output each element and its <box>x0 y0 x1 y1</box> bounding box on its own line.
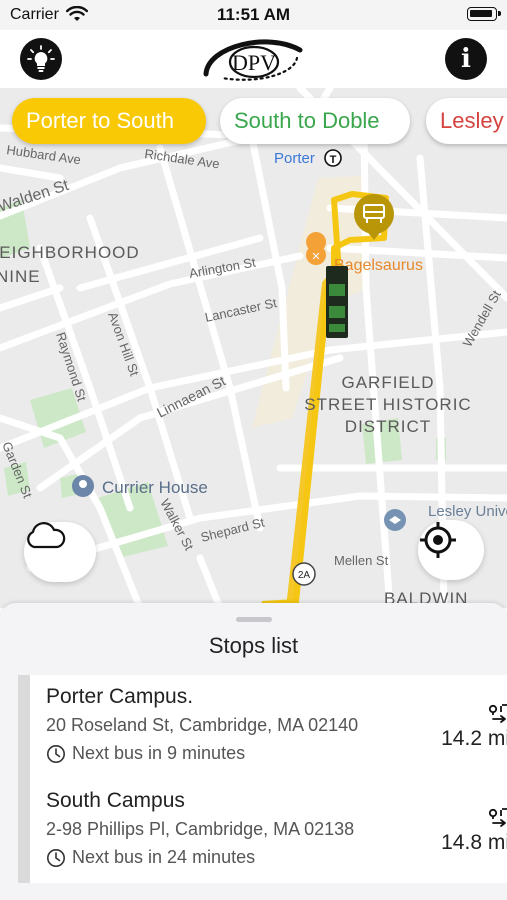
sheet-footer <box>0 883 507 900</box>
stops-list[interactable]: Porter Campus. 20 Roseland St, Cambridge… <box>18 675 507 883</box>
crosshair-icon <box>420 522 456 558</box>
porter-station-label: Porter <box>274 150 315 167</box>
map-view[interactable]: Hubbard Ave Richdale Ave Walden St Arlin… <box>0 88 507 608</box>
stop-address: 20 Roseland St, Cambridge, MA 02140 <box>46 715 359 735</box>
battery-icon <box>467 7 501 21</box>
university-pin-icon[interactable] <box>384 509 406 531</box>
stop-name: Porter Campus. <box>46 685 194 708</box>
app-header: DPV i <box>0 30 507 88</box>
transit-icon: T <box>324 149 342 167</box>
route-chip-lesley[interactable]: Lesley <box>426 98 507 144</box>
place-pin-icon[interactable] <box>72 475 94 497</box>
stop-distance: 14.8 mi <box>441 831 507 854</box>
street-label: Mellen St <box>334 553 389 568</box>
stop-list-item[interactable]: Porter Campus. 20 Roseland St, Cambridge… <box>46 685 507 785</box>
hint-button[interactable] <box>20 38 62 80</box>
directions-icon[interactable] <box>488 703 507 725</box>
next-bus-text: Next bus in 9 minutes <box>72 743 246 763</box>
stop-name: South Campus <box>46 789 185 812</box>
sheet-grabber[interactable] <box>236 617 272 622</box>
route-chip-south-to-doble[interactable]: South to Doble <box>220 98 410 144</box>
cloud-icon <box>27 522 66 549</box>
stop-address: 2-98 Phillips Pl, Cambridge, MA 02138 <box>46 819 355 839</box>
weather-button[interactable] <box>24 522 96 582</box>
stops-list-title: Stops list <box>208 633 299 658</box>
next-bus-text: Next bus in 24 minutes <box>72 847 256 867</box>
clock-icon <box>47 744 65 763</box>
lightbulb-icon <box>27 45 55 72</box>
currier-house-label: Currier House <box>102 478 208 497</box>
route-chip-porter-to-south[interactable]: Porter to South <box>12 98 206 144</box>
next-bus-info: Next bus in 9 minutes <box>46 743 245 764</box>
svg-text:✕: ✕ <box>311 250 320 263</box>
bus-vehicle-icon[interactable] <box>326 266 348 338</box>
directions-icon[interactable] <box>488 807 507 829</box>
info-button[interactable]: i <box>445 38 487 80</box>
svg-text:T: T <box>330 154 337 166</box>
route-shield-2a: 2A <box>292 562 316 586</box>
stop-list-item[interactable]: South Campus 2-98 Phillips Pl, Cambridge… <box>46 789 507 889</box>
status-bar: Carrier 11:51 AM <box>0 0 507 30</box>
status-time: 11:51 AM <box>216 5 291 24</box>
info-icon: i <box>461 44 471 74</box>
lesley-label: Lesley University <box>428 503 507 520</box>
clock-icon <box>47 848 65 867</box>
locate-me-button[interactable] <box>418 520 484 580</box>
dpv-logo: DPV <box>203 39 303 81</box>
stops-sheet[interactable]: Stops list Porter Campus. 20 Roseland St… <box>0 603 507 900</box>
svg-text:2A: 2A <box>298 570 311 581</box>
logo-text: DPV <box>232 50 276 75</box>
stop-distance: 14.2 mi <box>441 727 507 750</box>
next-bus-info: Next bus in 24 minutes <box>46 847 255 868</box>
